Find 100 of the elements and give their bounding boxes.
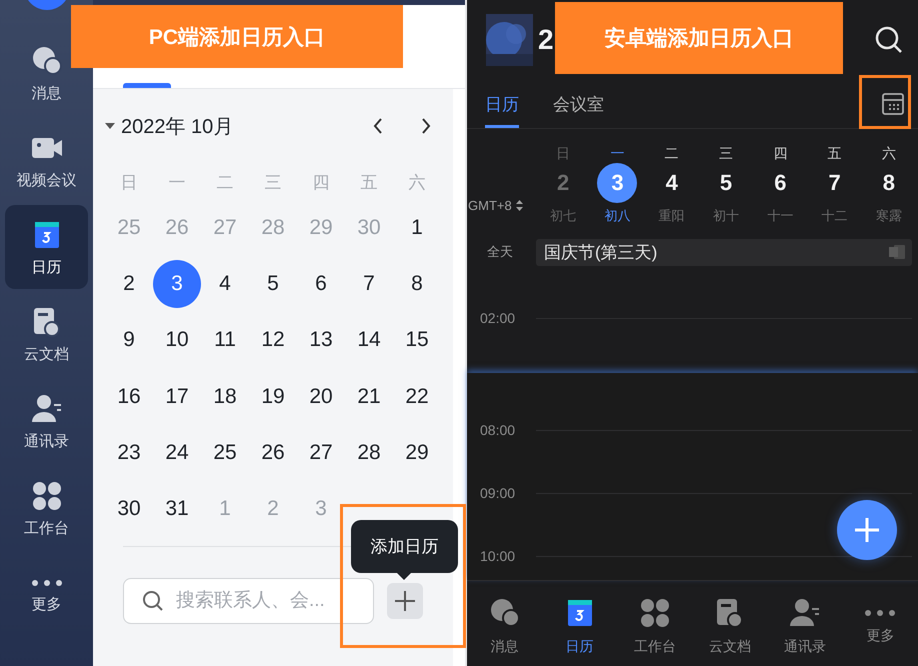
calendar-date[interactable]: 1: [393, 204, 441, 252]
search-button[interactable]: [874, 25, 904, 55]
sidebar-item[interactable]: 工作台: [5, 466, 88, 550]
weekday-label: 一: [168, 172, 186, 194]
calendar-date[interactable]: 28: [345, 428, 393, 477]
view-tab[interactable]: 会议室: [553, 80, 604, 128]
week-date[interactable]: 6: [760, 163, 800, 203]
sidebar-label: 工作台: [24, 518, 69, 538]
chevron-left-icon: [372, 117, 384, 135]
plus-icon: [853, 516, 881, 544]
nav-label[interactable]: 通讯录: [784, 638, 826, 656]
calendar-date[interactable]: 12: [249, 316, 297, 364]
calendar-date[interactable]: 29: [393, 428, 441, 477]
time-label: 09:00: [479, 485, 516, 501]
highlight-frame: [859, 75, 911, 129]
week-date[interactable]: 5: [706, 163, 746, 203]
sidebar-label: 视频会议: [16, 170, 76, 190]
calendar-date[interactable]: 24: [153, 428, 201, 477]
calendar-date[interactable]: 2: [105, 260, 153, 308]
calendar-date[interactable]: 16: [105, 372, 153, 421]
lunar-date: 寒露: [876, 207, 902, 225]
annotation-banner: PC端添加日历入口: [71, 5, 403, 68]
sidebar-item[interactable]: 云文档: [5, 292, 88, 376]
lunar-date: 初八: [604, 207, 630, 225]
weekday-label: 五: [828, 145, 842, 163]
calendar-date[interactable]: 7: [345, 260, 393, 308]
nav-label[interactable]: 更多: [866, 626, 894, 644]
calendar-date[interactable]: 23: [105, 428, 153, 477]
up-down-arrows-icon: [516, 200, 523, 211]
lunar-date: 初十: [713, 207, 740, 225]
lunar-date: 十一: [767, 207, 794, 225]
sidebar-item[interactable]: 通讯录: [5, 379, 88, 463]
tooltip: 添加日历: [351, 520, 458, 573]
sidebar-label: 日历: [32, 258, 62, 276]
sidebar-item[interactable]: 视频会议: [5, 118, 88, 202]
lunar-date: 十二: [822, 207, 848, 225]
calendar-date[interactable]: 18: [201, 372, 249, 421]
sidebar-label: 更多: [32, 594, 62, 614]
weekday-label: 三: [264, 172, 282, 194]
week-date[interactable]: 7: [814, 163, 855, 203]
calendar-date[interactable]: 27: [297, 428, 345, 477]
calendar-date[interactable]: 13: [297, 316, 345, 364]
month-label: 2022年 10月: [121, 114, 234, 140]
search-icon: [874, 25, 904, 55]
calendar-date[interactable]: 25: [201, 428, 249, 477]
calendar-date[interactable]: 30: [105, 485, 153, 534]
weekday-label: 日: [120, 172, 138, 194]
week-date[interactable]: 4: [652, 163, 692, 203]
nav-label[interactable]: 消息: [490, 638, 519, 656]
sidebar-label: 通讯录: [24, 432, 69, 450]
sidebar-item[interactable]: 更多: [5, 553, 88, 637]
lunar-date: 初七: [550, 207, 576, 225]
weekday-label: 一: [610, 145, 624, 163]
add-event-button[interactable]: [837, 500, 897, 560]
weekday-label: 二: [664, 145, 679, 163]
chevron-right-icon: [420, 117, 432, 135]
add-calendar-button[interactable]: [387, 583, 423, 620]
calendar-date[interactable]: 15: [393, 316, 441, 364]
calendar-date[interactable]: 11: [201, 316, 249, 364]
weekday-label: 日: [556, 145, 570, 163]
weekday-label: 三: [719, 145, 734, 163]
search-input[interactable]: 搜索联系人、会...: [176, 590, 346, 612]
time-label: 02:00: [479, 310, 516, 326]
sidebar-item[interactable]: 日历: [5, 205, 88, 289]
tab-indicator: [123, 83, 171, 88]
tooltip-arrow: [396, 572, 412, 580]
sidebar-label: 云文档: [24, 344, 69, 364]
sidebar-label: 消息: [32, 84, 62, 102]
header-title: 2: [538, 24, 554, 56]
weekday-label: 五: [360, 172, 378, 194]
calendar-date[interactable]: 9: [105, 316, 153, 364]
calendar-date[interactable]: 4: [201, 260, 249, 308]
app-icon: [888, 244, 906, 260]
caret-down-icon[interactable]: [105, 122, 115, 130]
calendar-date[interactable]: 8: [393, 260, 441, 308]
calendar-date[interactable]: 31: [153, 485, 201, 534]
nav-label[interactable]: 工作台: [634, 638, 676, 656]
calendar-date[interactable]: 20: [297, 372, 345, 421]
view-tab[interactable]: 日历: [485, 80, 519, 128]
weekday-label: 四: [773, 145, 788, 163]
lunar-date: 重阳: [658, 207, 685, 225]
search-field[interactable]: 搜索联系人、会...: [123, 578, 374, 624]
calendar-date[interactable]: 26: [249, 428, 297, 477]
nav-label[interactable]: 日历: [566, 638, 594, 656]
calendar-date[interactable]: 10: [153, 316, 201, 364]
calendar-date[interactable]: 22: [393, 372, 441, 421]
weekday-label: 六: [408, 172, 426, 194]
calendar-date[interactable]: 14: [345, 316, 393, 364]
calendar-date[interactable]: 5: [249, 260, 297, 308]
calendar-date[interactable]: 17: [153, 372, 201, 421]
calendar-date[interactable]: 3: [153, 260, 201, 308]
annotation-banner: 安卓端添加日历入口: [555, 2, 843, 74]
all-day-event[interactable]: 国庆节(第三天): [536, 238, 912, 266]
nav-label[interactable]: 云文档: [709, 638, 752, 656]
calendar-date[interactable]: 6: [297, 260, 345, 308]
timezone-label[interactable]: GMT+8: [468, 198, 512, 213]
week-date[interactable]: 8: [868, 163, 909, 203]
calendar-date[interactable]: 19: [249, 372, 297, 421]
calendar-date[interactable]: 21: [345, 372, 393, 421]
weekday-label: 四: [312, 172, 330, 194]
